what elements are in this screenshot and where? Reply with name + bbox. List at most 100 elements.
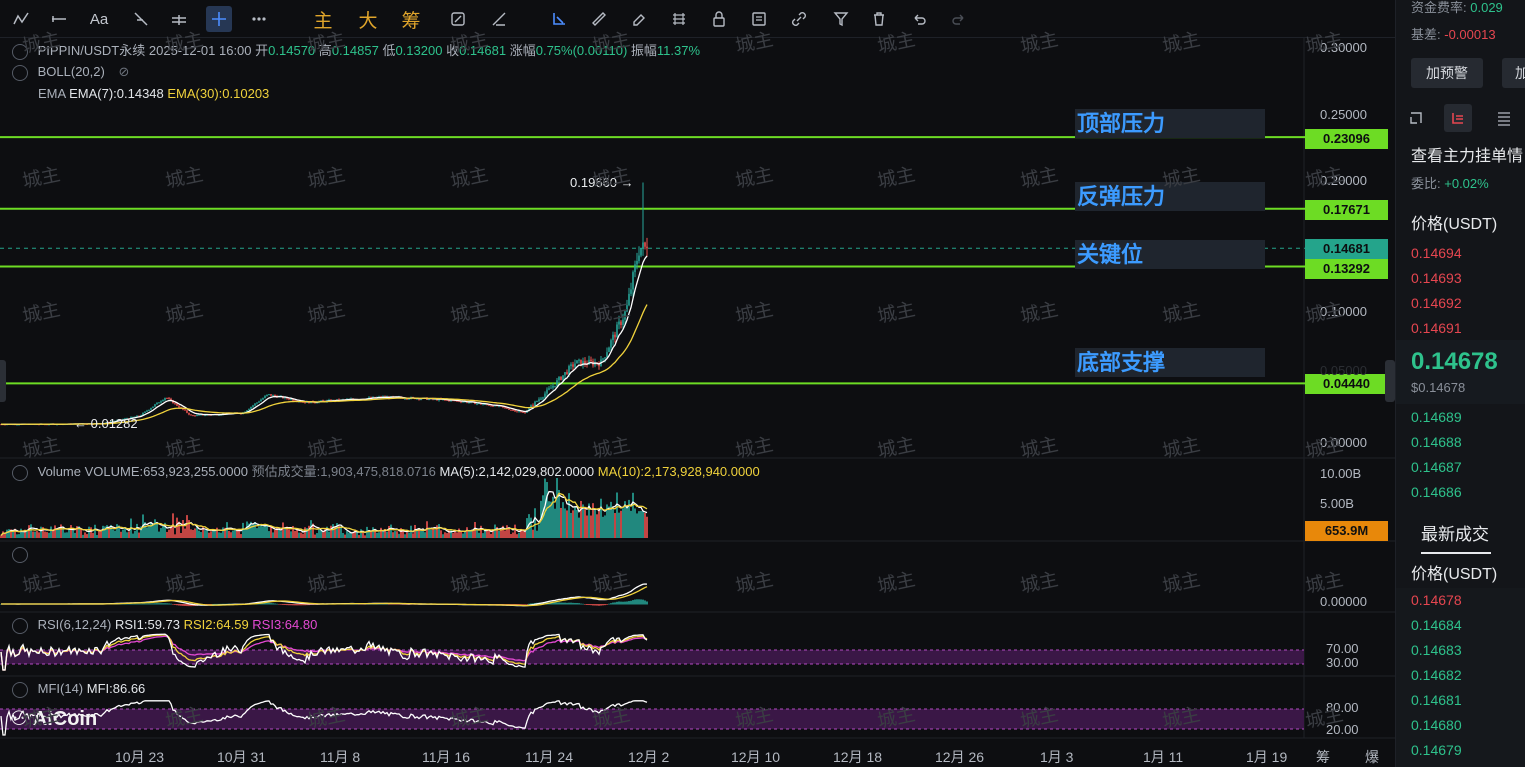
- ema-label[interactable]: EMA: [38, 86, 65, 101]
- rsi-collapse-icon[interactable]: [12, 617, 28, 634]
- volume-bar: [20, 528, 22, 538]
- volume-value: VOLUME:653,923,255.0000: [84, 464, 248, 479]
- eraser-icon[interactable]: [626, 6, 652, 32]
- main-orders-title[interactable]: 查看主力挂单情: [1411, 142, 1523, 166]
- chips-button[interactable]: 筹: [398, 6, 424, 32]
- template-icon[interactable]: [746, 6, 772, 32]
- rsi-label[interactable]: RSI(6,12,24): [38, 617, 112, 632]
- low-price-annotation: ← 0.01282: [74, 416, 138, 431]
- volume-bar: [68, 528, 70, 538]
- trade-row[interactable]: 0.14684: [1396, 613, 1525, 638]
- ask-row[interactable]: 0.14693: [1396, 266, 1525, 291]
- volume-bar: [180, 532, 182, 538]
- trade-row[interactable]: 0.14679: [1396, 738, 1525, 763]
- volume-bar: [280, 531, 282, 538]
- candle-body: [640, 248, 642, 256]
- kline-chart[interactable]: [0, 38, 1395, 767]
- volume-bar: [208, 532, 210, 538]
- ask-row[interactable]: 0.14692: [1396, 291, 1525, 316]
- volume-bar: [230, 532, 232, 538]
- layout-both-icon[interactable]: [1444, 104, 1472, 132]
- volume-bar: [190, 529, 192, 538]
- price-axis-scroll-handle[interactable]: [1385, 360, 1395, 402]
- candle-body: [262, 398, 264, 400]
- ruler-icon[interactable]: [586, 6, 612, 32]
- volume-bar: [484, 530, 486, 538]
- horizontal-line-icon[interactable]: [46, 6, 72, 32]
- filter-icon[interactable]: [828, 6, 854, 32]
- bid-row[interactable]: 0.14686: [1396, 480, 1525, 505]
- redo-icon[interactable]: [946, 6, 972, 32]
- ray-tool-icon[interactable]: [128, 6, 154, 32]
- date-axis-label: 10月 31: [217, 749, 267, 765]
- trade-row[interactable]: 0.14681: [1396, 688, 1525, 713]
- macd-bar: [526, 604, 528, 605]
- collapse-icon[interactable]: [12, 64, 28, 81]
- macd-bar: [144, 603, 146, 605]
- candle-body: [514, 410, 516, 412]
- expand-icon[interactable]: [12, 43, 28, 60]
- candle-body: [162, 400, 164, 402]
- link-icon[interactable]: [786, 6, 812, 32]
- boll-label[interactable]: BOLL(20,2): [38, 64, 105, 79]
- candle-body: [644, 242, 646, 247]
- liquidation-corner-label[interactable]: 爆: [1365, 747, 1379, 767]
- ask-row[interactable]: 0.14691: [1396, 316, 1525, 341]
- candle-body: [612, 334, 614, 341]
- candle-body: [248, 408, 250, 411]
- measure-icon[interactable]: [486, 6, 512, 32]
- chips-corner-label[interactable]: 筹: [1316, 747, 1330, 767]
- volume-collapse-icon[interactable]: [12, 464, 28, 481]
- candle-body: [254, 403, 256, 406]
- lock-icon[interactable]: [706, 6, 732, 32]
- trend-line-icon[interactable]: [8, 6, 34, 32]
- sub-expand-icon[interactable]: [12, 546, 28, 563]
- volume-bar: [562, 502, 564, 538]
- edit-drawing-icon[interactable]: [445, 6, 471, 32]
- large-order-button[interactable]: 大: [355, 6, 381, 32]
- mfi-label[interactable]: MFI(14): [38, 681, 84, 696]
- bid-row[interactable]: 0.14688: [1396, 430, 1525, 455]
- volume-label[interactable]: Volume: [38, 464, 81, 479]
- add-button[interactable]: 加: [1502, 58, 1525, 88]
- price-axis-label: 0.05000: [1320, 363, 1367, 378]
- left-scroll-handle[interactable]: [0, 360, 6, 402]
- volume-bar: [232, 530, 234, 538]
- parallel-line-icon[interactable]: [166, 6, 192, 32]
- trade-row[interactable]: 0.14678: [1396, 588, 1525, 613]
- candle-body: [272, 394, 274, 396]
- undo-icon[interactable]: [906, 6, 932, 32]
- latest-trades-tab[interactable]: 最新成交: [1421, 520, 1489, 545]
- drawing-toolbar: Aa 主 大 筹: [0, 0, 1395, 38]
- bid-row[interactable]: 0.14689: [1396, 405, 1525, 430]
- macd-bar: [594, 604, 596, 606]
- trade-row[interactable]: 0.14682: [1396, 663, 1525, 688]
- trash-icon[interactable]: [866, 6, 892, 32]
- volume-bar: [108, 529, 110, 538]
- crosshair-icon[interactable]: [206, 6, 232, 32]
- main-force-button[interactable]: 主: [310, 6, 336, 32]
- bid-row[interactable]: 0.14687: [1396, 455, 1525, 480]
- magnet-icon[interactable]: [666, 6, 692, 32]
- volume-bar: [154, 519, 156, 538]
- add-alert-button[interactable]: 加预警: [1411, 58, 1483, 88]
- candle-body: [544, 393, 546, 398]
- select-tool-icon[interactable]: [546, 6, 572, 32]
- text-tool-icon[interactable]: Aa: [86, 6, 112, 32]
- chart-area[interactable]: PIPPIN/USDT永续 2025-12-01 16:00 开0.14570 …: [0, 29, 1395, 767]
- mfi-collapse-icon[interactable]: [12, 681, 28, 698]
- open-value: 0.14570: [268, 43, 316, 58]
- sub-axis-label: 0.00000: [1320, 594, 1367, 609]
- more-icon[interactable]: [246, 6, 272, 32]
- layout-single-icon[interactable]: [1404, 106, 1428, 130]
- price-tag-key-level: 0.13292: [1305, 259, 1388, 279]
- trade-row[interactable]: 0.14683: [1396, 638, 1525, 663]
- trade-row[interactable]: 0.14680: [1396, 713, 1525, 738]
- candle-body: [260, 399, 262, 402]
- macd-bar: [634, 599, 636, 605]
- layout-list-icon[interactable]: [1492, 106, 1516, 130]
- trades-price-header: 价格(USDT): [1411, 566, 1498, 583]
- eye-hidden-icon[interactable]: ⊘: [118, 64, 129, 79]
- volume-bar: [96, 535, 98, 538]
- ask-row[interactable]: 0.14694: [1396, 241, 1525, 266]
